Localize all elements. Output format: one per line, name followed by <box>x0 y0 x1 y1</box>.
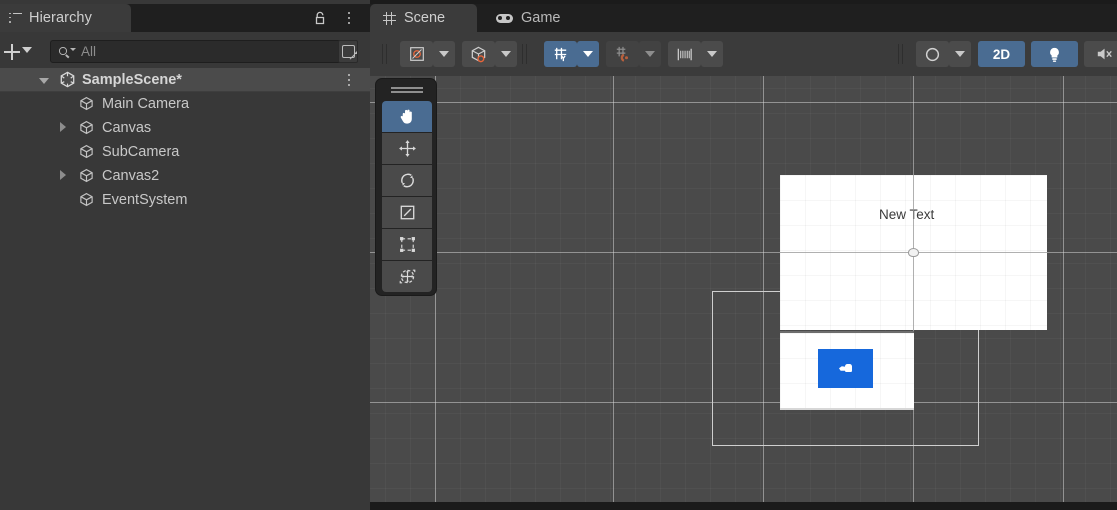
increment-snap-dropdown[interactable] <box>668 41 701 67</box>
chevron-down-icon[interactable] <box>22 47 32 53</box>
search-icon <box>59 45 76 60</box>
tab-hierarchy-label: Hierarchy <box>29 10 92 26</box>
chevron-down-icon <box>707 51 717 57</box>
unity-scene-icon <box>59 71 76 88</box>
viewport-major-gridline <box>1063 76 1064 502</box>
grid-snapping-caret[interactable] <box>639 41 661 67</box>
kebab-menu-icon <box>342 9 356 27</box>
scene-panel: Scene Game 2D New Text <box>370 0 1117 510</box>
draw-mode-dropdown[interactable] <box>400 41 433 67</box>
kebab-menu-icon <box>342 71 356 89</box>
tab-scene[interactable]: Scene <box>370 4 477 32</box>
hierarchy-tree: SampleScene* Main Camera Canvas SubCamer… <box>0 68 370 212</box>
hierarchy-panel: Hierarchy All SampleScene* Main Camera C… <box>0 0 370 510</box>
tab-hierarchy[interactable]: Hierarchy <box>0 4 131 32</box>
grid-visibility-toggle[interactable] <box>544 41 577 67</box>
scene-view-lighting-dropdown[interactable] <box>916 41 949 67</box>
scene-tool-palette[interactable] <box>375 78 437 296</box>
lock-open-icon[interactable] <box>312 10 328 26</box>
unity-editor-window: Hierarchy All SampleScene* Main Camera C… <box>0 0 1117 510</box>
tree-label: Canvas <box>102 120 152 136</box>
audio-mute-toggle[interactable] <box>1084 41 1117 67</box>
search-input-value: All <box>81 44 97 59</box>
move-tool[interactable] <box>382 133 432 164</box>
ui-button-element[interactable] <box>818 349 873 388</box>
gizmos-dropdown[interactable] <box>462 41 495 67</box>
gameobject-cube-icon <box>79 144 94 159</box>
chevron-down-icon <box>583 51 593 57</box>
grid-visibility-caret[interactable] <box>577 41 599 67</box>
pivot-handle[interactable] <box>908 248 919 257</box>
gameobject-cube-icon <box>79 168 94 183</box>
gameobject-cube-icon <box>79 96 94 111</box>
tree-row-canvas2[interactable]: Canvas2 <box>0 164 370 188</box>
tree-label: SubCamera <box>102 144 180 160</box>
toolbar-separator <box>898 44 903 64</box>
tree-row-canvas[interactable]: Canvas <box>0 116 370 140</box>
tree-row-eventsystem[interactable]: EventSystem <box>0 188 370 212</box>
chevron-down-icon <box>955 51 965 57</box>
toolbar-separator <box>522 44 527 64</box>
hierarchy-menu-button[interactable] <box>342 9 356 27</box>
tree-label: SampleScene* <box>82 72 182 88</box>
viewport-major-gridline <box>370 102 1117 103</box>
expand-window-icon <box>342 44 357 58</box>
hand-tool[interactable] <box>382 101 432 132</box>
canvas-button-panel-bottom-edge <box>780 408 914 410</box>
chevron-down-icon <box>645 51 655 57</box>
rect-transform-tool[interactable] <box>382 229 432 260</box>
hierarchy-toolbar: All <box>0 36 370 66</box>
scene-view-lighting-caret[interactable] <box>949 41 971 67</box>
chevron-right-icon[interactable] <box>60 122 66 132</box>
draw-mode-caret[interactable] <box>433 41 455 67</box>
rotate-tool[interactable] <box>382 165 432 196</box>
add-gameobject-button[interactable] <box>2 40 22 62</box>
toggle-2d-view[interactable]: 2D <box>978 41 1025 67</box>
game-gamepad-icon <box>496 13 513 24</box>
tab-scene-label: Scene <box>404 10 446 26</box>
scene-viewport[interactable]: New Text <box>370 76 1117 502</box>
scene-tabbar: Scene Game <box>370 4 1117 32</box>
cursor-hand-icon <box>839 364 852 373</box>
tab-game-label: Game <box>521 10 561 26</box>
chevron-down-icon <box>501 51 511 57</box>
scene-row-menu-button[interactable] <box>342 71 356 89</box>
grid-snapping-toggle[interactable] <box>606 41 639 67</box>
list-rows-icon <box>9 12 22 24</box>
tree-row-samplescene[interactable]: SampleScene* <box>0 68 370 92</box>
scale-tool[interactable] <box>382 197 432 228</box>
expand-window-button[interactable] <box>338 40 358 63</box>
transform-tool[interactable] <box>382 261 432 292</box>
scene-grid-icon <box>383 11 396 25</box>
drag-grip-icon[interactable] <box>391 87 423 94</box>
chevron-down-icon[interactable] <box>39 78 49 84</box>
new-text-label: New Text <box>879 207 935 222</box>
tab-game[interactable]: Game <box>483 4 574 32</box>
tree-row-subcamera[interactable]: SubCamera <box>0 140 370 164</box>
gameobject-cube-icon <box>79 192 94 207</box>
search-input[interactable]: All <box>50 40 358 63</box>
chevron-down-icon <box>439 51 449 57</box>
tree-label: Canvas2 <box>102 168 160 184</box>
chevron-right-icon[interactable] <box>60 170 66 180</box>
tree-label: EventSystem <box>102 192 188 208</box>
increment-snap-caret[interactable] <box>701 41 723 67</box>
plus-icon <box>4 44 20 60</box>
gameobject-cube-icon <box>79 120 94 135</box>
viewport-major-gridline <box>613 76 614 502</box>
tree-row-main-camera[interactable]: Main Camera <box>0 92 370 116</box>
toolbar-separator <box>382 44 387 64</box>
scene-toolbar: 2D <box>370 32 1117 76</box>
tree-label: Main Camera <box>102 96 190 112</box>
hierarchy-tabbar: Hierarchy <box>0 4 370 32</box>
scene-lighting-toggle[interactable] <box>1031 41 1078 67</box>
gizmos-caret[interactable] <box>495 41 517 67</box>
